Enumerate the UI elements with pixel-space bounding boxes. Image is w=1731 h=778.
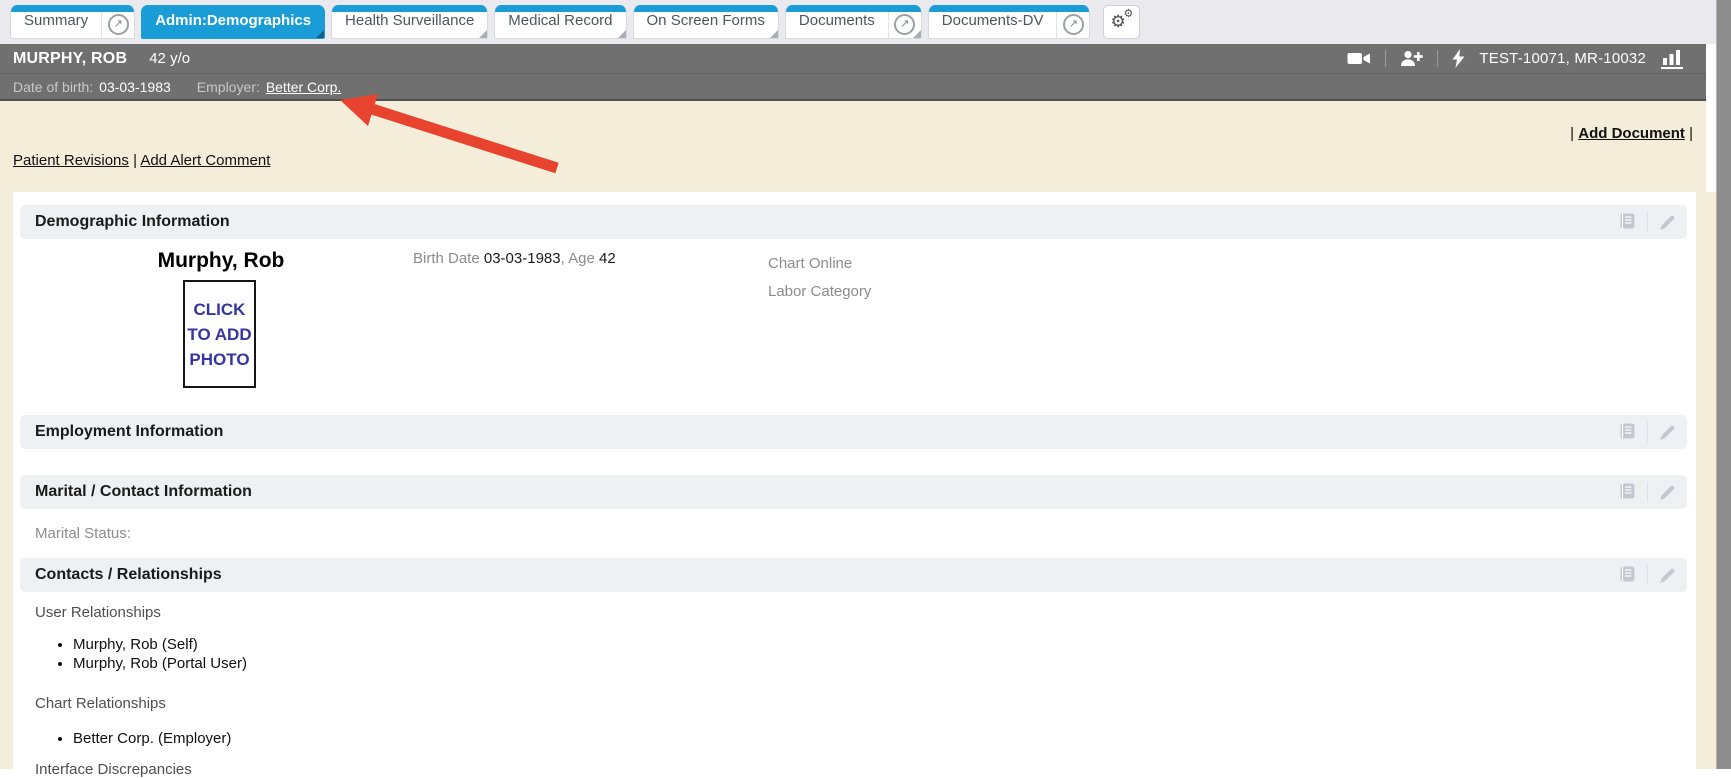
tab-corner-fold	[770, 30, 778, 38]
vertical-scrollbar[interactable]	[1716, 0, 1731, 769]
divider	[1647, 422, 1648, 442]
patient-revisions-link[interactable]: Patient Revisions	[13, 152, 129, 169]
employer-link[interactable]: Better Corp.	[266, 79, 341, 95]
section-title: Marital / Contact Information	[35, 483, 252, 501]
edit-pencil-icon[interactable]	[1658, 566, 1677, 585]
divider	[1385, 50, 1386, 67]
divider	[1647, 482, 1648, 502]
section-title: Employment Information	[35, 423, 223, 441]
demographics-card: Demographic Information Murphy, Rob CLIC…	[13, 192, 1696, 769]
tab-documents-dv[interactable]: Documents-DV ↗	[928, 5, 1091, 39]
add-person-icon[interactable]	[1400, 50, 1423, 67]
open-in-popup-icon[interactable]: ↗	[101, 5, 134, 38]
user-relationships-list: Murphy, Rob (Self) Murphy, Rob (Portal U…	[53, 636, 247, 674]
photo-text-line: CLICK	[194, 297, 246, 322]
dob-label: Date of birth:	[13, 79, 93, 95]
user-relationships-label: User Relationships	[35, 604, 161, 621]
pipe: |	[1689, 125, 1693, 142]
edit-pencil-icon[interactable]	[1658, 483, 1677, 502]
edit-pencil-icon[interactable]	[1658, 423, 1677, 442]
divider	[1647, 565, 1648, 585]
tab-label: Documents-DV	[929, 5, 1057, 38]
add-document-link[interactable]: Add Document	[1578, 125, 1685, 142]
pipe: |	[1570, 125, 1574, 142]
patient-header: MURPHY, ROB 42 y/o TEST-10071, MR-10032	[0, 44, 1706, 73]
audit-log-icon[interactable]	[1617, 212, 1637, 232]
section-demographic-information[interactable]: Demographic Information	[20, 205, 1687, 239]
chart-tab-bar: Summary ↗ Admin:Demographics Health Surv…	[0, 0, 1716, 44]
audit-log-icon[interactable]	[1617, 422, 1637, 442]
bar-chart-icon[interactable]	[1660, 49, 1684, 69]
gear-small-icon: ⚙	[1123, 9, 1133, 20]
section-employment-information[interactable]: Employment Information	[20, 415, 1687, 449]
add-alert-comment-link[interactable]: Add Alert Comment	[140, 152, 270, 169]
chart-online-label: Chart Online	[768, 250, 871, 278]
patient-name: MURPHY, ROB	[13, 50, 127, 68]
dob-value: 03-03-1983	[99, 79, 171, 95]
patient-age: 42 y/o	[149, 50, 190, 67]
audit-log-icon[interactable]	[1617, 482, 1637, 502]
tab-admin-demographics[interactable]: Admin:Demographics	[141, 5, 325, 39]
tab-medical-record[interactable]: Medical Record	[494, 5, 626, 39]
edit-pencil-icon[interactable]	[1658, 213, 1677, 232]
section-title: Demographic Information	[35, 213, 230, 231]
birth-date-line: Birth Date 03-03-1983, Age 42	[413, 250, 616, 267]
lightning-bolt-icon[interactable]	[1452, 49, 1465, 68]
tab-documents[interactable]: Documents ↗	[785, 5, 922, 39]
marital-status-label: Marital Status:	[35, 525, 131, 542]
patient-display-name: Murphy, Rob	[155, 249, 287, 273]
add-photo-placeholder[interactable]: CLICK TO ADD PHOTO	[183, 280, 256, 388]
page-body: Demographic Information Murphy, Rob CLIC…	[0, 192, 1716, 769]
tab-label: Admin:Demographics	[142, 5, 324, 38]
page-body-top: | Add Document | Patient Revisions | Add…	[0, 101, 1706, 192]
tab-label: Health Surveillance	[332, 5, 487, 38]
labor-category-label: Labor Category	[768, 278, 871, 306]
tab-corner-fold	[913, 30, 921, 38]
video-camera-icon[interactable]	[1347, 50, 1371, 67]
chart-relationships-list: Better Corp. (Employer)	[53, 730, 231, 749]
add-document-row: | Add Document |	[1570, 125, 1693, 142]
separator: |	[129, 152, 140, 169]
divider	[1647, 212, 1648, 232]
tab-on-screen-forms[interactable]: On Screen Forms	[633, 5, 779, 39]
chart-relationships-label: Chart Relationships	[35, 695, 166, 712]
tab-settings-button[interactable]: ⚙ ⚙	[1103, 5, 1140, 39]
employer-label: Employer:	[197, 79, 260, 95]
tab-corner-fold	[618, 30, 626, 38]
tab-label: Medical Record	[495, 5, 625, 38]
audit-log-icon[interactable]	[1617, 565, 1637, 585]
patient-ids: TEST-10071, MR-10032	[1479, 50, 1646, 67]
chart-status-column: Chart Online Labor Category	[768, 250, 871, 306]
tab-summary[interactable]: Summary ↗	[10, 5, 135, 39]
tab-label: Documents	[786, 5, 888, 38]
section-title: Contacts / Relationships	[35, 566, 222, 584]
patient-subheader: Date of birth: 03-03-1983 Employer: Bett…	[0, 73, 1706, 101]
open-in-popup-icon[interactable]: ↗	[1056, 5, 1089, 38]
photo-text-line: PHOTO	[189, 347, 249, 372]
section-marital-contact-information[interactable]: Marital / Contact Information	[20, 475, 1687, 509]
patient-links-row: Patient Revisions | Add Alert Comment	[13, 152, 270, 169]
tab-corner-fold	[316, 30, 324, 38]
tab-health-surveillance[interactable]: Health Surveillance	[331, 5, 488, 39]
tab-label: On Screen Forms	[634, 5, 778, 38]
tab-label: Summary	[11, 5, 101, 38]
divider	[1437, 50, 1438, 67]
list-item: Murphy, Rob (Self)	[73, 636, 247, 654]
section-contacts-relationships[interactable]: Contacts / Relationships	[20, 558, 1687, 592]
photo-text-line: TO ADD	[187, 322, 251, 347]
tab-corner-fold	[479, 30, 487, 38]
list-item: Better Corp. (Employer)	[73, 730, 231, 748]
interface-discrepancies-label: Interface Discrepancies	[35, 761, 192, 778]
list-item: Murphy, Rob (Portal User)	[73, 655, 247, 673]
